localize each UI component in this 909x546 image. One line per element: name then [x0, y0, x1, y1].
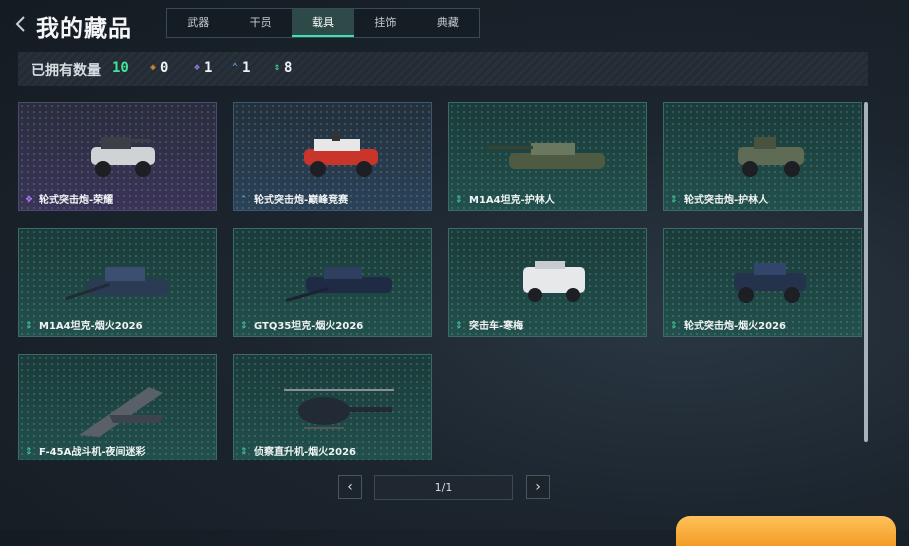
collection-card[interactable]: ⇕ 侦察直升机-烟火2026	[233, 354, 432, 460]
tank-icon	[285, 267, 392, 303]
rarity-count-value: 0	[160, 60, 169, 76]
page-indicator: 1/1	[374, 475, 513, 500]
item-name: 突击车-寒梅	[469, 321, 524, 332]
item-name: 轮式突击炮-荣耀	[39, 195, 114, 206]
green-arrows-icon: ⇕	[240, 321, 248, 331]
owned-count-bar: 已拥有数量 10 ◈ 0 ❖ 1 ⌃ 1 ⇕ 8	[18, 52, 868, 86]
back-icon[interactable]	[14, 14, 34, 36]
tab-charms[interactable]: 挂饰	[354, 9, 416, 37]
armored-car-icon	[304, 131, 378, 177]
prev-page-button[interactable]: ‹	[338, 475, 362, 499]
rarity-count-purple: ❖ 1	[194, 60, 212, 76]
rarity-count-orange: ◈ 0	[150, 60, 168, 76]
page-title: 我的藏品	[36, 16, 132, 42]
rarity-count-value: 8	[284, 60, 293, 76]
purple-diamond-icon: ❖	[25, 195, 34, 205]
rarity-count-value: 1	[204, 60, 213, 76]
fighter-jet-icon	[79, 387, 165, 437]
armored-car-icon	[738, 137, 804, 177]
rarity-count-value: 1	[242, 60, 251, 76]
helicopter-icon	[284, 389, 394, 429]
item-name: F-45A战斗机-夜间迷彩	[39, 447, 146, 458]
collection-card[interactable]: ⇕ M1A4坦克-烟火2026	[18, 228, 217, 337]
item-name: M1A4坦克-烟火2026	[39, 321, 143, 332]
next-page-button[interactable]: ›	[526, 475, 550, 499]
item-name: 侦察直升机-烟火2026	[254, 447, 356, 458]
action-button[interactable]	[676, 516, 896, 546]
rarity-count-blue: ⌃ 1	[232, 60, 250, 76]
item-name: 轮式突击炮-巅峰竞赛	[254, 195, 349, 206]
green-arrows-icon: ⇕	[455, 321, 463, 331]
green-arrows-icon: ⇕	[670, 321, 678, 331]
armored-car-icon	[91, 137, 155, 177]
armored-car-icon	[734, 263, 806, 303]
collection-card[interactable]: ⇕ 突击车-寒梅	[448, 228, 647, 337]
collection-card[interactable]: ⌃ 轮式突击炮-巅峰竞赛	[233, 102, 432, 211]
green-arrows-icon: ⇕	[670, 195, 678, 205]
collection-card[interactable]: ⇕ 轮式突击炮-护林人	[663, 102, 862, 211]
category-tabs: 武器 干员 载具 挂饰 典藏	[166, 8, 480, 38]
blue-chevron-icon: ⌃	[232, 62, 239, 73]
green-arrows-icon: ⇕	[25, 447, 33, 457]
green-arrows-icon: ⇕	[455, 195, 463, 205]
purple-diamond-icon: ❖	[194, 62, 201, 73]
item-name: 轮式突击炮-烟火2026	[684, 321, 786, 332]
rarity-count-green: ⇕ 8	[274, 60, 292, 76]
tab-vehicles[interactable]: 载具	[291, 9, 355, 37]
grid-scrollbar[interactable]	[864, 102, 868, 442]
green-arrows-icon: ⇕	[25, 321, 33, 331]
owned-count-label: 已拥有数量	[31, 63, 101, 79]
collection-card[interactable]: ❖ 轮式突击炮-荣耀	[18, 102, 217, 211]
tab-operators[interactable]: 干员	[229, 9, 291, 37]
tank-icon	[65, 267, 169, 301]
tab-weapons[interactable]: 武器	[167, 9, 229, 37]
blue-chevron-icon: ⌃	[240, 195, 248, 205]
item-name: GTQ35坦克-烟火2026	[254, 321, 364, 332]
tab-collection[interactable]: 典藏	[417, 9, 479, 37]
collection-card[interactable]: ⇕ 轮式突击炮-烟火2026	[663, 228, 862, 337]
collection-grid: ❖ 轮式突击炮-荣耀 ⌃ 轮式突击炮-巅峰竞赛 ⇕ M1A4坦克-护林人 ⇕ 轮…	[18, 102, 864, 460]
collection-card[interactable]: ⇕ M1A4坦克-护林人	[448, 102, 647, 211]
green-arrows-icon: ⇕	[240, 447, 248, 457]
assault-vehicle-icon	[523, 261, 585, 302]
item-name: M1A4坦克-护林人	[469, 195, 555, 206]
item-name: 轮式突击炮-护林人	[684, 195, 769, 206]
tank-icon	[487, 143, 605, 169]
collection-card[interactable]: ⇕ GTQ35坦克-烟火2026	[233, 228, 432, 337]
owned-count-total: 10	[112, 60, 129, 76]
collection-card[interactable]: ⇕ F-45A战斗机-夜间迷彩	[18, 354, 217, 460]
green-arrows-icon: ⇕	[274, 62, 281, 73]
orange-diamond-icon: ◈	[150, 62, 157, 73]
